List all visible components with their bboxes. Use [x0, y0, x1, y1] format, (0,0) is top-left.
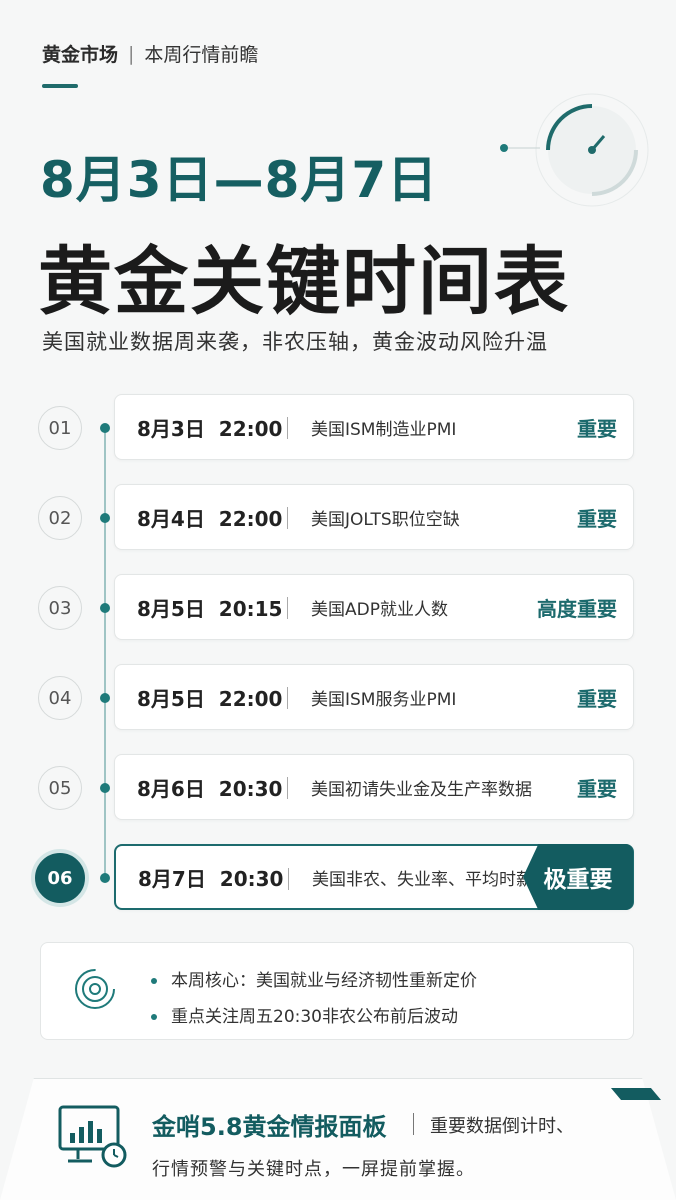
step-number: 05 — [38, 766, 82, 810]
event-datetime: 8月4日 22:00 — [137, 506, 283, 531]
divider — [287, 777, 288, 799]
header-section: 本周行情前瞻 — [144, 44, 259, 66]
header-category: 黄金市场 — [42, 44, 119, 66]
footer-desc-line1: 重要数据倒计时、 — [430, 1116, 574, 1137]
divider — [287, 417, 288, 439]
divider — [288, 868, 289, 890]
summary-item: 本周核心：美国就业与经济韧性重新定价 — [151, 966, 477, 991]
timeline-dot — [100, 513, 110, 523]
divider — [287, 687, 288, 709]
importance-label: 重要 — [577, 686, 617, 711]
footer-banner[interactable]: 金哨5.8黄金情报面板 重要数据倒计时、 行情预警与关键时点，一屏提前掌握。 — [0, 1078, 676, 1200]
event-name: 美国非农、失业率、平均时薪 — [312, 869, 533, 890]
event-datetime: 8月6日 20:30 — [137, 776, 283, 801]
timeline-row-05: 05 8月6日 20:30 美国初请失业金及生产率数据 重要 — [0, 754, 676, 822]
event-name: 美国初请失业金及生产率数据 — [311, 779, 532, 800]
header-separator: | — [128, 42, 135, 65]
event-card[interactable]: 8月6日 20:30 美国初请失业金及生产率数据 重要 — [114, 754, 634, 820]
footer-brand: 金哨5.8黄金情报面板 — [152, 1113, 387, 1141]
importance-badge: 极重要 — [523, 844, 633, 910]
timeline-row-03: 03 8月5日 20:15 美国ADP就业人数 高度重要 — [0, 574, 676, 642]
timeline-row-06: 06 8月7日 20:30 美国非农、失业率、平均时薪 极重要 — [0, 844, 676, 912]
timeline-dot — [100, 603, 110, 613]
timeline-row-01: 01 8月3日 22:00 美国ISM制造业PMI 重要 — [0, 394, 676, 462]
date-range: 8月3日—8月7日 — [40, 151, 439, 209]
event-card[interactable]: 8月5日 20:15 美国ADP就业人数 高度重要 — [114, 574, 634, 640]
timeline-row-02: 02 8月4日 22:00 美国JOLTS职位空缺 重要 — [0, 484, 676, 552]
step-number: 06 — [35, 853, 85, 903]
timeline-row-04: 04 8月5日 22:00 美国ISM服务业PMI 重要 — [0, 664, 676, 732]
event-name: 美国JOLTS职位空缺 — [311, 509, 460, 530]
step-number: 03 — [38, 586, 82, 630]
clock-decoration-icon — [500, 93, 649, 207]
timeline-dot — [100, 693, 110, 703]
event-datetime: 8月3日 22:00 — [137, 416, 283, 441]
header-accent-line — [42, 84, 78, 88]
event-card[interactable]: 8月4日 22:00 美国JOLTS职位空缺 重要 — [114, 484, 634, 550]
timeline-dot — [100, 783, 110, 793]
target-icon — [75, 969, 115, 1009]
event-card[interactable]: 8月3日 22:00 美国ISM制造业PMI 重要 — [114, 394, 634, 460]
dashboard-clock-icon — [58, 1105, 127, 1168]
step-number: 01 — [38, 406, 82, 450]
footer-divider — [413, 1113, 414, 1135]
summary-box: 本周核心：美国就业与经济韧性重新定价 重点关注周五20:30非农公布前后波动 — [40, 942, 634, 1040]
footer-desc-line2: 行情预警与关键时点，一屏提前掌握。 — [152, 1159, 475, 1180]
importance-label: 重要 — [577, 416, 617, 441]
page-title: 黄金关键时间表 — [38, 239, 570, 325]
event-name: 美国ISM服务业PMI — [311, 689, 457, 710]
event-name: 美国ISM制造业PMI — [311, 419, 457, 440]
divider — [287, 507, 288, 529]
importance-label: 重要 — [577, 776, 617, 801]
timeline-dot — [100, 423, 110, 433]
importance-label: 高度重要 — [537, 596, 617, 621]
page-subtitle: 美国就业数据周来袭，非农压轴，黄金波动风险升温 — [42, 330, 548, 354]
importance-label: 重要 — [577, 506, 617, 531]
step-number: 02 — [38, 496, 82, 540]
event-card-highlight[interactable]: 8月7日 20:30 美国非农、失业率、平均时薪 极重要 — [114, 844, 634, 910]
event-datetime: 8月5日 22:00 — [137, 686, 283, 711]
timeline-dot — [100, 873, 110, 883]
summary-item: 重点关注周五20:30非农公布前后波动 — [151, 1002, 458, 1027]
event-datetime: 8月5日 20:15 — [137, 596, 283, 621]
event-name: 美国ADP就业人数 — [311, 599, 448, 620]
event-datetime: 8月7日 20:30 — [138, 866, 284, 891]
divider — [287, 597, 288, 619]
header: 黄金市场 | 本周行情前瞻 — [42, 40, 258, 67]
event-card[interactable]: 8月5日 22:00 美国ISM服务业PMI 重要 — [114, 664, 634, 730]
step-number: 04 — [38, 676, 82, 720]
